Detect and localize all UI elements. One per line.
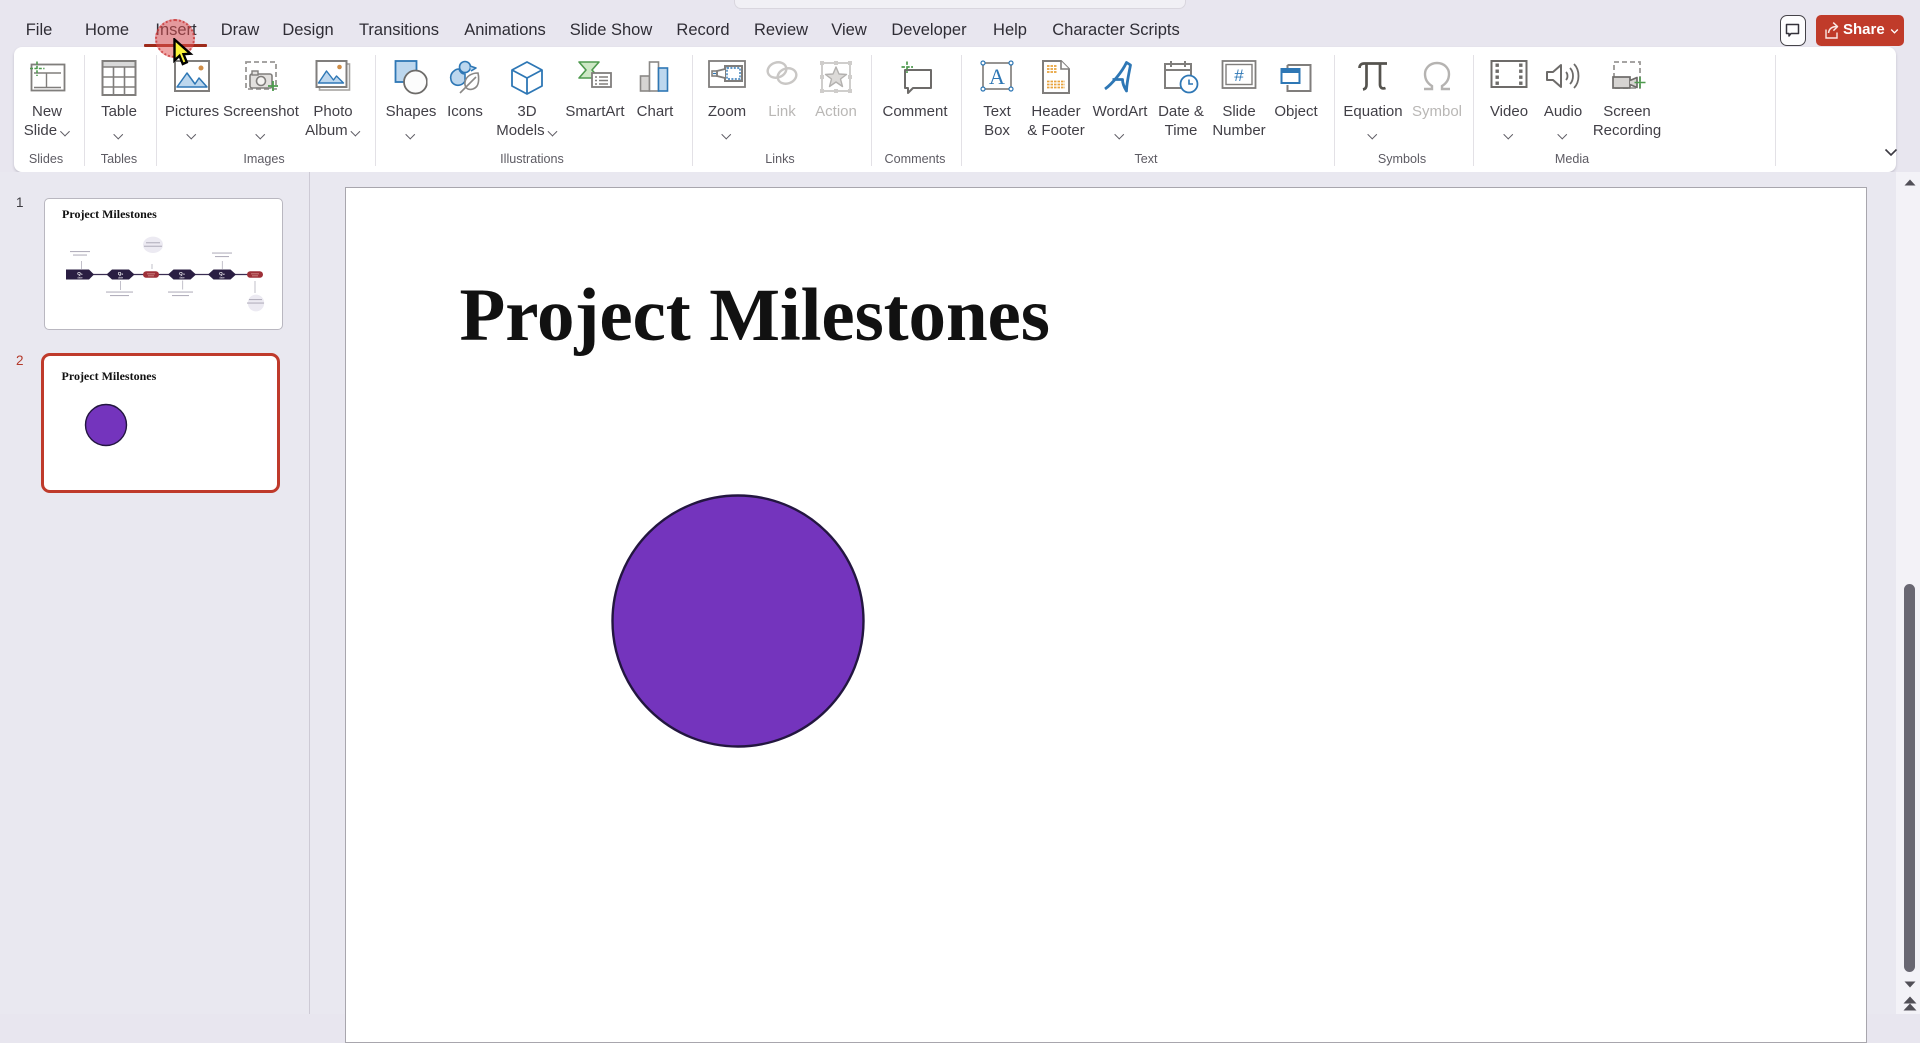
svg-text:date: date xyxy=(118,276,124,280)
svg-text:A: A xyxy=(989,64,1005,89)
svg-text:date: date xyxy=(179,276,185,280)
svg-text:date: date xyxy=(219,276,225,280)
svg-text:Q₂: Q₂ xyxy=(118,271,124,276)
svg-text:Q₄: Q₄ xyxy=(219,271,225,276)
svg-text:Q₁: Q₁ xyxy=(77,271,83,276)
svg-text:Q₃: Q₃ xyxy=(179,271,185,276)
svg-text:date: date xyxy=(77,276,83,280)
svg-text:#: # xyxy=(1234,66,1244,85)
